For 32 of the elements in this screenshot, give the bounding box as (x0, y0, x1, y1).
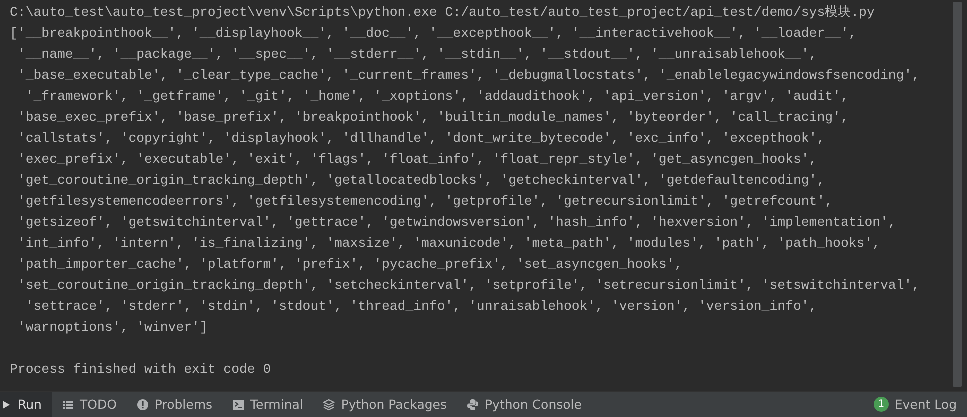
tool-window-tab[interactable]: Terminal (222, 392, 314, 417)
notification-badge: 1 (874, 397, 889, 412)
console-output-line: 'warnoptions', 'winver'] (16, 319, 208, 337)
exit-message: Process finished with exit code 0 (10, 361, 272, 379)
exclamation-icon (136, 398, 149, 410)
console-output-line: '__name__', '__package__', '__spec__', '__stderr__', '__stdin__', '__stdout__', '__unraisablehook__', (16, 46, 818, 64)
console-output-line: 'int_info', 'intern', 'is_finalizing', 'maxsize', 'maxunicode', 'meta_path', 'modules', 'path', 'path_hooks', (16, 235, 881, 253)
console-output-line: 'getfilesystemencodeerrors', 'getfilesystemencoding', 'getprofile', 'getrecursionlimit', 'getrefcount', (16, 193, 834, 211)
terminal-icon (232, 398, 245, 410)
console-output-line: 'path_importer_cache', 'platform', 'prefix', 'pycache_prefix', 'set_asyncgen_hooks', (16, 256, 683, 274)
console-output-line: 'base_exec_prefix', 'base_prefix', 'breakpointhook', 'builtin_module_names', 'byteorder', 'call_tracing', (16, 109, 849, 127)
list-icon (62, 398, 74, 410)
tool-window-tab[interactable]: Python Packages (313, 392, 458, 417)
tool-window-tab[interactable]: Run (0, 392, 52, 417)
console-output-line: 'exec_prefix', 'executable', 'exit', 'flags', 'float_info', 'float_repr_style', 'get_asyncgen_hooks', (16, 151, 818, 169)
console-output-line: ['__breakpointhook__', '__displayhook__', '__doc__', '__excepthook__', '__interactivehook__', '__loader__', (10, 25, 857, 43)
console-output-line: 'get_coroutine_origin_tracking_depth', 'getallocatedblocks', 'getcheckinterval', 'getdefaultencoding', (16, 172, 826, 190)
play-icon (0, 398, 12, 410)
event-log-tab[interactable]: 1 Event Log (864, 392, 967, 417)
console-output-line: 'getsizeof', 'getswitchinterval', 'gettrace', 'getwindowsversion', 'hash_info', 'hexversion', 'implementation', (16, 214, 896, 232)
python-icon (467, 398, 480, 410)
console-output-line: '_base_executable', '_clear_type_cache', '_current_frames', '_debugmallocstats', '_enablelegacywindowsfsencoding', (16, 67, 920, 85)
console-output-line: 'settrace', 'stderr', 'stdin', 'stdout', 'thread_info', 'unraisablehook', 'version', 'version_info', (24, 298, 818, 316)
console-output-line: '_framework', '_getframe', '_git', '_home', '_xoptions', 'addaudithook', 'api_version', 'argv', 'audit', (24, 88, 849, 106)
console-output-line: C:\auto_test\auto_test_project\venv\Scripts\python.exe C:/auto_test/auto_test_project/api_test/demo/sys模块.py (10, 4, 875, 22)
tool-window-tab[interactable]: TODO (52, 392, 127, 417)
console-output-line: 'callstats', 'copyright', 'displayhook', 'dllhandle', 'dont_write_bytecode', 'exc_info', 'excepthook', (16, 130, 826, 148)
layers-icon (323, 398, 336, 410)
tool-window-tab[interactable]: Problems (126, 392, 223, 417)
scrollbar[interactable] (953, 2, 962, 387)
console-output-line: 'set_coroutine_origin_tracking_depth', 'setcheckinterval', 'setprofile', 'setrecursionlimit', 'setswitchinterval', (16, 277, 920, 295)
tool-window-tab[interactable]: Python Console (457, 392, 592, 417)
